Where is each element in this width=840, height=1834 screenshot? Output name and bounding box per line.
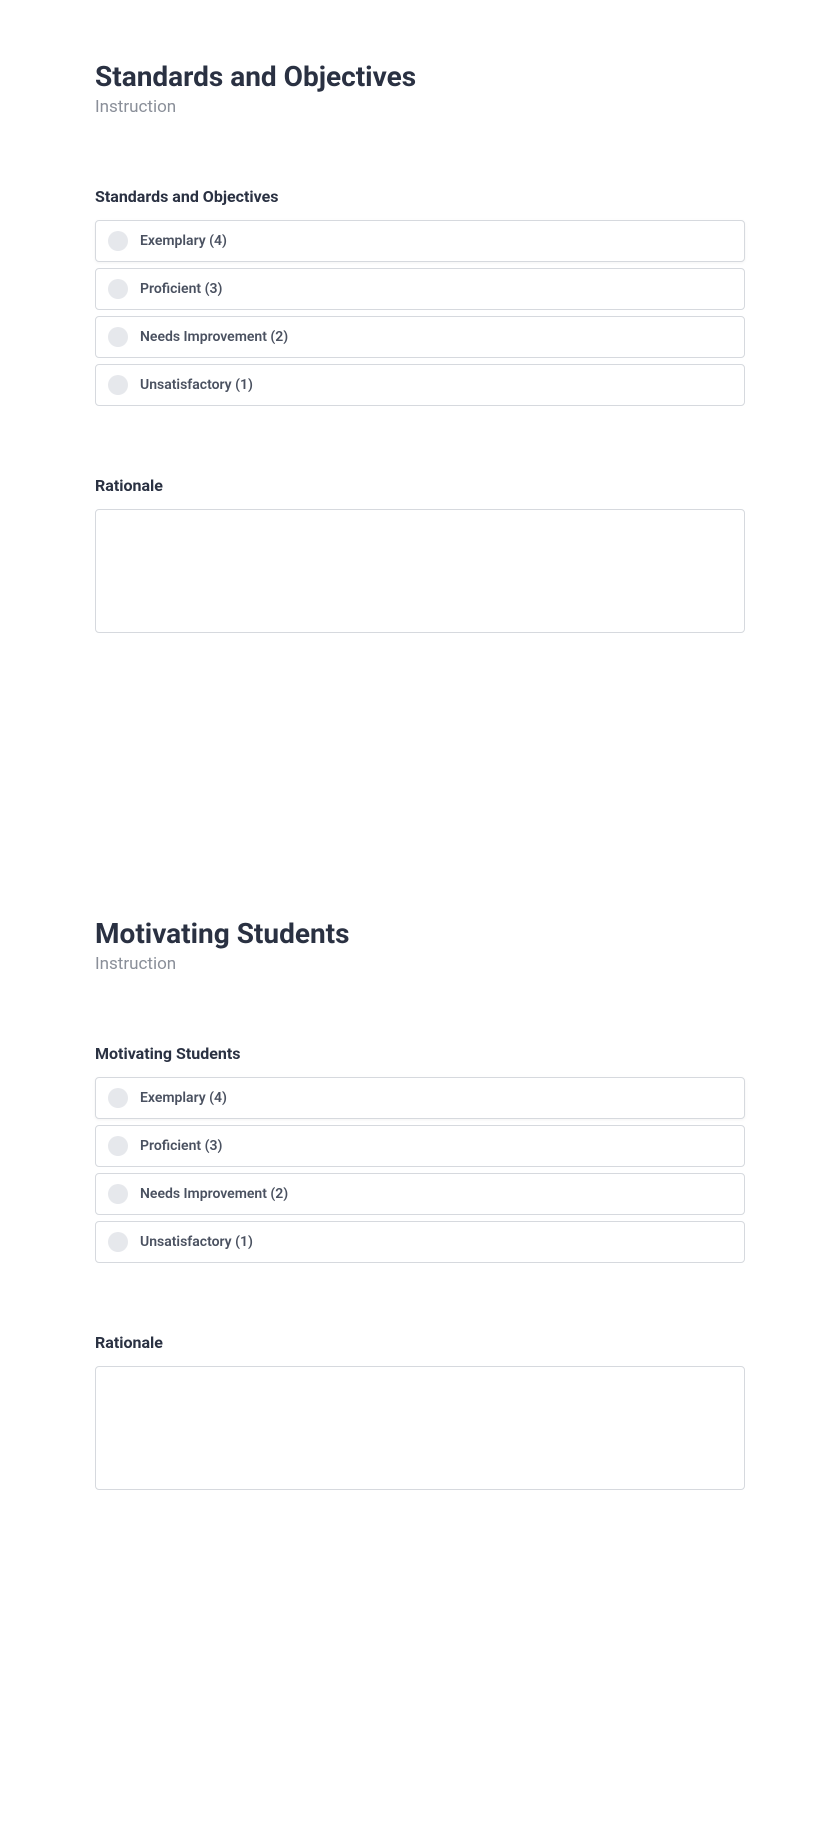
option-label: Unsatisfactory (1) [140,1234,253,1250]
section-subtitle: Instruction [95,97,745,117]
section-subtitle: Instruction [95,954,745,974]
radio-icon [108,231,128,251]
question-label: Motivating Students [95,1044,745,1063]
options-group: Exemplary (4) Proficient (3) Needs Impro… [95,220,745,406]
option-proficient[interactable]: Proficient (3) [95,1125,745,1167]
radio-icon [108,1232,128,1252]
radio-icon [108,279,128,299]
option-label: Unsatisfactory (1) [140,377,253,393]
option-label: Needs Improvement (2) [140,1186,288,1202]
option-unsatisfactory[interactable]: Unsatisfactory (1) [95,1221,745,1263]
section-title: Motivating Students [95,917,745,950]
option-exemplary[interactable]: Exemplary (4) [95,1077,745,1119]
option-label: Proficient (3) [140,281,222,297]
section-title: Standards and Objectives [95,60,745,93]
rationale-textarea[interactable] [95,509,745,633]
rationale-textarea[interactable] [95,1366,745,1490]
option-needs-improvement[interactable]: Needs Improvement (2) [95,316,745,358]
option-unsatisfactory[interactable]: Unsatisfactory (1) [95,364,745,406]
option-label: Exemplary (4) [140,1090,227,1106]
option-exemplary[interactable]: Exemplary (4) [95,220,745,262]
section-standards-objectives: Standards and Objectives Instruction Sta… [95,60,745,637]
option-label: Needs Improvement (2) [140,329,288,345]
option-label: Proficient (3) [140,1138,222,1154]
radio-icon [108,375,128,395]
radio-icon [108,1088,128,1108]
radio-icon [108,1136,128,1156]
rationale-label: Rationale [95,476,745,495]
section-motivating-students: Motivating Students Instruction Motivati… [95,917,745,1494]
radio-icon [108,1184,128,1204]
radio-icon [108,327,128,347]
options-group: Exemplary (4) Proficient (3) Needs Impro… [95,1077,745,1263]
option-needs-improvement[interactable]: Needs Improvement (2) [95,1173,745,1215]
option-proficient[interactable]: Proficient (3) [95,268,745,310]
question-label: Standards and Objectives [95,187,745,206]
rationale-label: Rationale [95,1333,745,1352]
option-label: Exemplary (4) [140,233,227,249]
